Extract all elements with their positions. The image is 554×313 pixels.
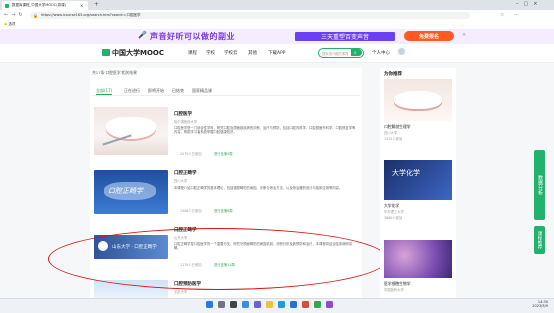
recommend-meta: 3680人参加 [384, 216, 403, 220]
banner-signup-button[interactable]: 免费报名 [404, 31, 454, 41]
banner-offer: 三天重塑百变声音 [295, 32, 395, 41]
recommend-thumbnail[interactable] [384, 79, 452, 121]
app-icon[interactable] [302, 301, 309, 308]
course-enrolled: 2079人已参加 [180, 152, 202, 156]
bookmark-item[interactable]: ▬ 选项 [4, 22, 15, 27]
course-description: 本课程介绍口腔正畸学的基本理论，包括错颌畸形的病因、诊断与矫治方法，以及矫治器的… [174, 186, 343, 190]
course-school[interactable]: 哈尔滨医科大学 [174, 119, 197, 124]
window-controls[interactable]: –▢× [516, 1, 542, 7]
search-button[interactable]: ⌕ [351, 49, 362, 56]
promo-banner[interactable] [0, 29, 554, 44]
recommend-school: 四川大学 [384, 131, 398, 135]
filter-ongoing[interactable]: 正在进行 [124, 88, 140, 94]
user-center-link[interactable]: 个人中心 [372, 50, 390, 56]
avatar[interactable] [398, 48, 405, 55]
annotation-ellipse [48, 228, 388, 290]
teeth-image [394, 91, 442, 109]
lock-icon: 🔒 [33, 13, 38, 18]
thumbnail-caption: 大学化学 [392, 169, 420, 177]
floating-recommend-widget[interactable]: 课程推荐 [534, 226, 545, 254]
browser-menu-icon[interactable]: ☆ ⋯ [500, 12, 523, 18]
nav-buttons[interactable]: ←→↻ [4, 12, 26, 18]
clock-date: 2023/5/9 [532, 304, 548, 308]
windows-taskbar [0, 298, 554, 313]
app-icon[interactable] [314, 301, 321, 308]
start-icon[interactable] [206, 301, 213, 308]
course-title[interactable]: 口腔正畸学 [174, 170, 197, 176]
tab-close-icon[interactable]: × [80, 3, 83, 8]
sidebar-title: 为你推荐 [384, 72, 402, 77]
search-icon: ⌕ [354, 50, 357, 56]
nav-schools[interactable]: 学校 [206, 50, 215, 56]
browser-tab[interactable]: 数据库课程_中国大学MOOC(慕课) × [2, 1, 88, 10]
tab-title: 数据库课程_中国大学MOOC(慕课) [12, 3, 66, 7]
nav-other[interactable]: 其他 [248, 50, 257, 56]
filter-ended[interactable]: 已结束 [172, 88, 184, 94]
thumbnail-caption: 口腔正畸学 [108, 187, 143, 195]
widgets-icon[interactable] [242, 301, 249, 308]
course-status: 进行至第5周 [214, 152, 233, 156]
course-title[interactable]: 口腔医学 [174, 111, 192, 117]
chat-icon[interactable] [254, 301, 261, 308]
filter-upcoming[interactable]: 即将开始 [148, 88, 164, 94]
course-school[interactable]: 四川大学 [174, 178, 187, 183]
filter-national[interactable]: 国家精品课 [192, 88, 212, 94]
nav-courses[interactable]: 课程 [188, 50, 197, 56]
new-tab-icon[interactable]: + [94, 1, 99, 8]
address-input[interactable]: 🔒 https://www.icourse163.org/search.htm?… [30, 12, 470, 19]
course-thumbnail[interactable] [94, 107, 168, 155]
banner-close-icon[interactable]: × [462, 32, 466, 38]
tab-favicon-icon [5, 3, 9, 8]
results-summary: 共17条'口腔医学'相关结果 [92, 70, 137, 75]
course-thumbnail[interactable]: 口腔正畸学 [94, 170, 168, 214]
system-tray[interactable]: 14:30 2023/5/9 [500, 300, 548, 308]
recommend-school: 华东理工大学 [384, 210, 404, 214]
microphone-icon: 🎤 [138, 31, 147, 39]
filter-all[interactable]: 全部(17) [96, 88, 113, 95]
nav-download-app[interactable]: 下载APP [268, 50, 286, 56]
search-placeholder: 搜索感兴趣的课程 [322, 52, 349, 56]
file-explorer-icon[interactable] [266, 301, 273, 308]
recommend-meta: 1525人参加 [384, 137, 403, 141]
course-status: 进行至第9周 [214, 209, 233, 213]
floating-data-widget[interactable]: 数据分析 [534, 150, 545, 220]
course-enrolled: 1506人已参加 [180, 209, 202, 213]
banner-headline: 声音好听可以做的副业 [150, 32, 235, 41]
folder-icon: ▬ [4, 22, 8, 26]
task-view-icon[interactable] [230, 301, 237, 308]
course-description: 口腔医学是一门综合性学科，研究口腔及颌面部疾病的诊断、治疗与预防，包括口腔内科学… [174, 126, 356, 135]
store-icon[interactable] [290, 301, 297, 308]
recommend-thumbnail[interactable]: 大学化学 [384, 160, 452, 200]
url-text: https://www.icourse163.org/search.htm?se… [40, 13, 141, 17]
site-logo[interactable]: 中国大学MOOC [112, 48, 164, 58]
app-icon[interactable] [326, 301, 333, 308]
course-school[interactable]: 北京大学 [174, 289, 187, 294]
mooc-logo-icon[interactable] [102, 49, 110, 56]
nav-school-cloud[interactable]: 学校云 [224, 50, 238, 56]
edge-browser-icon[interactable] [278, 301, 285, 308]
search-taskbar-icon[interactable] [218, 301, 225, 308]
recommend-school: 中国医科大学 [384, 288, 404, 292]
recommend-thumbnail[interactable] [384, 240, 452, 278]
